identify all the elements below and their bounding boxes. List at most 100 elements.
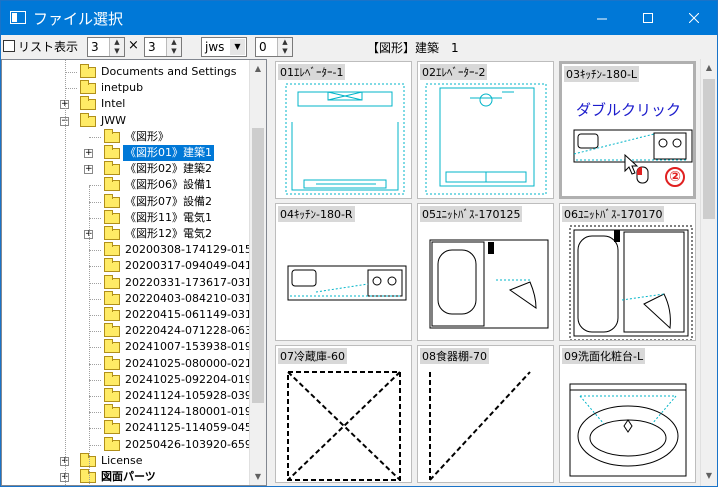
scroll-down-icon[interactable]: ▼ [701,467,717,484]
folder-icon [104,193,120,208]
folder-tree[interactable]: Documents and Settings inetpub + Intel − JWW 《… [1,59,267,486]
thumbnail-cell[interactable]: 06ﾕﾆｯﾄﾊﾞｽ-170170 [559,203,696,341]
folder-icon [104,161,120,176]
tree-item-label: 20241124-180001-019 [125,405,252,419]
tree-item-label: License [101,453,143,467]
thumbnail-cell[interactable]: 09洗面化粧台-L [559,345,696,483]
list-view-checkbox[interactable] [3,40,15,52]
chevron-down-icon[interactable]: ▼ [230,39,245,55]
tree-item[interactable]: 20200317-094049-041 [2,258,252,274]
tree-item[interactable]: 20241025-092204-019 [2,371,252,388]
maximize-button[interactable] [625,1,671,35]
cad-preview [569,383,687,477]
list-view-label: リスト表示 [18,40,79,54]
number-spinner[interactable]: 0 ▲ ▼ [255,37,293,57]
tree-item[interactable]: 20241124-180001-019 [2,404,252,420]
tree-item[interactable]: 20241025-080000-021 [2,355,252,372]
tree-item[interactable]: Documents and Settings [2,64,250,80]
spinner-arrows[interactable]: ▲ ▼ [277,38,292,56]
expand-icon[interactable]: + [84,149,93,158]
scroll-up-icon[interactable]: ▲ [701,59,717,76]
folder-icon [80,96,96,111]
folder-icon [104,339,120,354]
tree-item[interactable]: 《図形06》設備1 [2,177,250,193]
tree-item-label: 20241007-153938-019 [125,340,252,354]
tree-item[interactable]: + License [2,452,250,469]
folder-icon [104,274,120,289]
tree-scrollbar[interactable]: ▲ ▼ [249,60,266,485]
columns-spinner[interactable]: 3 ▲ ▼ [87,37,125,57]
tree-item-label: 20200308-174129-015 [125,243,252,257]
mouse-cursor-icon [624,153,649,184]
tree-item[interactable]: 20241124-105928-039 [2,388,252,404]
cad-preview [425,83,547,195]
current-folder-label: 【図形】建築 1 [367,41,459,55]
thumbnail-cell[interactable]: 04ｷｯﾁﾝ-180-R [275,203,412,341]
thumbnail-caption: 07冷蔵庫-60 [278,348,347,364]
tree-item[interactable]: 20220403-084210-031 [2,290,252,307]
tree-item[interactable]: 20241125-114059-045 [2,420,252,436]
scroll-up-icon[interactable]: ▲ [250,60,266,77]
rows-value: 3 [148,40,156,54]
rows-spinner[interactable]: 3 ▲ ▼ [144,37,182,57]
minimize-button[interactable] [579,1,625,35]
expand-icon[interactable]: + [84,165,93,175]
thumbnail-cell[interactable]: 01ｴﾚﾍﾞｰﾀｰ-1 [275,61,412,199]
thumbnail-caption: 03ｷｯﾁﾝ-180-L [564,66,640,82]
folder-icon [104,242,120,257]
tree-item-label: 20241124-105928-039 [125,389,252,402]
title-bar[interactable]: ファイル選択 [1,1,717,35]
tree-item[interactable]: + 《図形12》電気2 [2,226,250,242]
folder-icon [104,177,120,192]
tree-item[interactable]: + 図面パーツ [2,469,250,485]
tree-item-label: 《図形06》設備1 [125,178,212,192]
thumbnail-caption: 01ｴﾚﾍﾞｰﾀｰ-1 [278,64,346,80]
thumbnail-cell[interactable]: 02ｴﾚﾍﾞｰﾀｰ-2 [417,61,554,199]
tree-item-label: 20200317-094049-041 [125,259,252,273]
tree-item[interactable]: 20220331-173617-031 [2,274,252,291]
file-type-select[interactable]: jws ▼ [201,37,247,57]
cad-preview [569,225,693,340]
folder-icon [104,323,120,338]
tree-item[interactable]: 《図形07》設備2 [2,193,250,210]
tree-item-label: Documents and Settings [101,65,237,78]
tree-item[interactable]: 20241007-153938-019 [2,339,252,355]
tree-item-label: Intel [101,97,126,111]
thumbnail-cell[interactable]: 05ﾕﾆｯﾄﾊﾞｽ-170125 [417,203,554,341]
tree-item[interactable]: + 《図形02》建築2 [2,161,250,177]
grid-scroll-thumb[interactable] [703,79,715,219]
tree-item[interactable]: 20200308-174129-015 [2,242,252,258]
thumbnail-cell[interactable]: 07冷蔵庫-60 [275,345,412,483]
folder-icon [104,420,120,435]
tree-item-label: 20241025-092204-019 [125,372,252,386]
tree-item[interactable]: inetpub [2,80,250,96]
tree-item[interactable]: + 《図形01》建築1 [2,145,250,161]
folder-icon [104,128,120,143]
tree-item[interactable]: 20250426-103920-659 [2,436,252,453]
tree-item[interactable]: − JWW [2,112,250,129]
tree-item[interactable]: 20220424-071228-063 [2,323,252,339]
tree-item[interactable]: + Intel [2,96,250,112]
grid-scrollbar[interactable]: ▲ ▼ [700,59,717,486]
folder-icon [80,80,96,95]
folder-icon [104,209,120,224]
folder-icon [104,404,120,419]
thumbnail-caption: 08食器棚-70 [420,348,489,364]
thumbnail-caption: 05ﾕﾆｯﾄﾊﾞｽ-170125 [420,206,523,222]
tree-item[interactable]: 《図形》 [2,128,250,145]
minimize-icon [597,18,607,20]
tree-item[interactable]: 《図形11》電気1 [2,209,250,226]
tree-scroll-thumb[interactable] [252,128,264,403]
folder-icon [80,469,96,483]
scroll-down-icon[interactable]: ▼ [250,468,266,485]
thumbnail-caption: 06ﾕﾆｯﾄﾊﾞｽ-170170 [562,206,665,222]
thumbnail-cell[interactable]: 08食器棚-70 [417,345,554,483]
window-icon [10,11,26,24]
tree-item[interactable]: 20220415-061149-031 [2,307,252,323]
close-button[interactable] [671,1,717,35]
spinner-arrows[interactable]: ▲ ▼ [109,38,124,56]
tree-item-label: 20220403-084210-031 [125,291,252,305]
folder-icon [104,226,120,240]
spinner-arrows[interactable]: ▲ ▼ [166,38,181,56]
tree-item-label: 図面パーツ [101,470,156,483]
